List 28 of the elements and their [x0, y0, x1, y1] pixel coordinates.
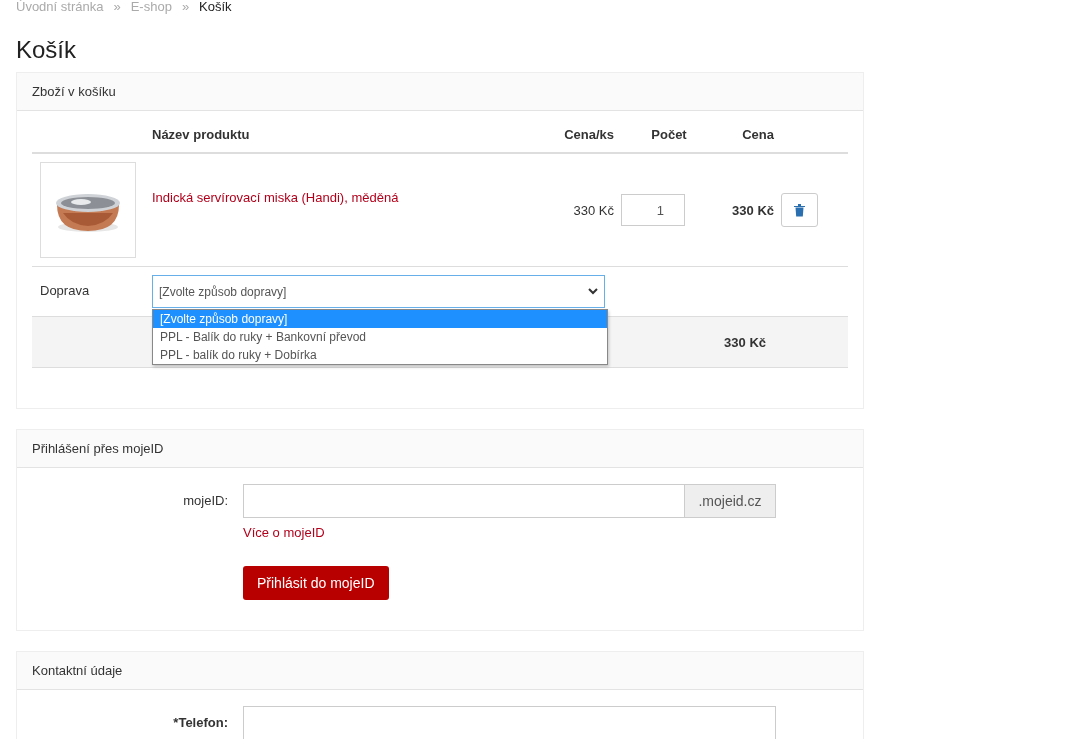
- column-header: Počet: [614, 111, 724, 154]
- field-label: mojeID:: [182, 492, 228, 510]
- card-header: Zboží v košíku: [17, 73, 863, 111]
- delete-button[interactable]: [781, 193, 818, 227]
- login-button[interactable]: Přihlásit do mojeID: [243, 566, 389, 600]
- line-price: 330 Kč: [724, 154, 774, 267]
- column-header: Cena/ks: [528, 111, 614, 154]
- dropdown-option[interactable]: PPL - Balík do ruky + Bankovní převod: [153, 328, 607, 346]
- field-label: *Telefon:: [172, 714, 228, 732]
- shipping-label: Doprava: [39, 282, 91, 300]
- chevron-icon: [588, 288, 598, 295]
- more-link[interactable]: Více o mojeID: [243, 525, 776, 540]
- breadcrumb-item: Košík: [199, 0, 232, 14]
- trash-icon: [794, 203, 805, 217]
- dropdown-option[interactable]: PPL - balík do ruky + Dobírka: [153, 346, 607, 364]
- column-header: Název produktu: [152, 111, 528, 154]
- card-header: Kontaktní údaje: [17, 652, 863, 690]
- shipping-select[interactable]: [Zvolte způsob dopravy]: [152, 275, 605, 308]
- phone-field[interactable]: [243, 706, 776, 739]
- page-title: Košík: [16, 36, 78, 64]
- domain-suffix: .mojeid.cz: [685, 484, 776, 518]
- quantity-field[interactable]: 1: [621, 194, 685, 226]
- unit-price: 330 Kč: [528, 154, 614, 267]
- total-price: 330 Kč: [723, 334, 767, 350]
- product-link[interactable]: Indická servírovací miska (Handi), měděná: [152, 154, 528, 267]
- mojeid-field[interactable]: [243, 484, 685, 518]
- column-header: Cena: [724, 111, 774, 154]
- card-header: Přihlášení přes mojeID: [17, 430, 863, 468]
